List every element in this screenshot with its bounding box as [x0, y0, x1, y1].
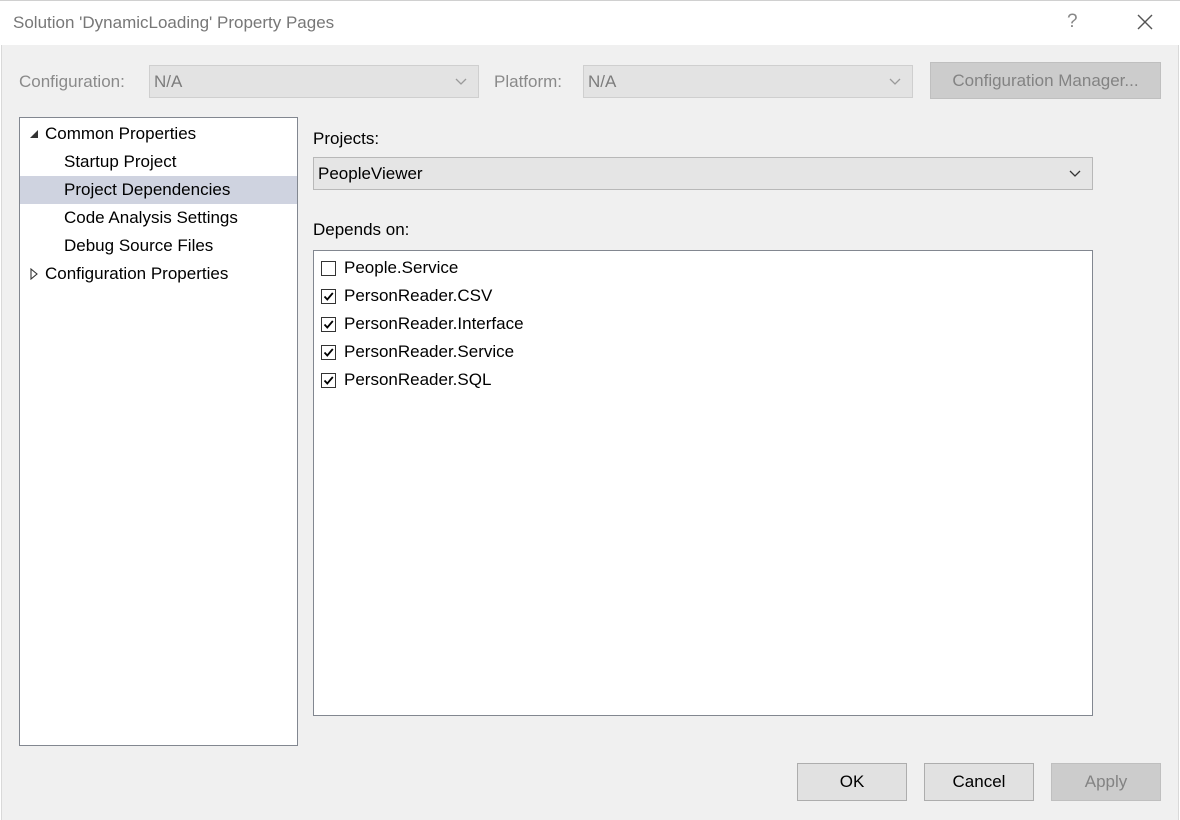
tree-item-common-properties[interactable]: Common Properties	[20, 120, 297, 148]
dependency-label: PersonReader.Interface	[344, 314, 524, 333]
depends-on-label: Depends on:	[313, 220, 410, 239]
checkmark-icon	[323, 376, 334, 385]
checkbox[interactable]	[321, 261, 336, 276]
window-title: Solution 'DynamicLoading' Property Pages	[13, 13, 335, 32]
configuration-label: Configuration:	[19, 72, 125, 91]
tree-item-startup-project[interactable]: Startup Project	[20, 148, 297, 176]
close-icon	[1137, 14, 1153, 30]
checkmark-icon	[323, 320, 334, 329]
checkbox[interactable]	[321, 289, 336, 304]
dependencies-list[interactable]: People.Service PersonReader.CSV PersonRe…	[313, 250, 1093, 716]
checkbox[interactable]	[321, 317, 336, 332]
tree-item-label: Project Dependencies	[64, 180, 231, 199]
tree-item-code-analysis-settings[interactable]: Code Analysis Settings	[20, 204, 297, 232]
configuration-manager-button[interactable]: Configuration Manager...	[930, 62, 1161, 99]
apply-button[interactable]: Apply	[1051, 763, 1161, 801]
checkmark-icon	[323, 292, 334, 301]
projects-value: PeopleViewer	[318, 164, 423, 183]
collapsed-triangle-icon[interactable]	[28, 268, 40, 280]
dependency-label: PersonReader.Service	[344, 342, 515, 361]
tree-item-label: Debug Source Files	[64, 236, 214, 255]
tree-item-label: Common Properties	[45, 124, 197, 143]
dependency-label: PersonReader.SQL	[344, 370, 492, 389]
tree-item-project-dependencies[interactable]: Project Dependencies	[20, 176, 297, 204]
configuration-value: N/A	[154, 72, 183, 91]
platform-combo[interactable]: N/A	[583, 65, 913, 98]
ok-button[interactable]: OK	[797, 763, 907, 801]
tree-item-debug-source-files[interactable]: Debug Source Files	[20, 232, 297, 260]
chevron-down-icon	[455, 78, 467, 85]
tree-item-label: Startup Project	[64, 152, 177, 171]
chevron-down-icon	[889, 78, 901, 85]
close-button[interactable]	[1132, 9, 1158, 35]
property-tree[interactable]: Common Properties Startup Project Projec…	[19, 117, 298, 746]
checkbox[interactable]	[321, 373, 336, 388]
tree-item-configuration-properties[interactable]: Configuration Properties	[20, 260, 297, 288]
platform-value: N/A	[588, 72, 617, 91]
projects-combo[interactable]: PeopleViewer	[313, 157, 1093, 190]
tree-item-label: Configuration Properties	[45, 264, 229, 283]
help-button[interactable]: ?	[1067, 11, 1078, 33]
projects-label: Projects:	[313, 129, 380, 148]
title-bar: Solution 'DynamicLoading' Property Pages…	[0, 0, 1180, 45]
dependency-label: PersonReader.CSV	[344, 286, 493, 305]
dependency-label: People.Service	[344, 258, 459, 277]
checkmark-icon	[323, 348, 334, 357]
tree-item-label: Code Analysis Settings	[64, 208, 238, 227]
configuration-combo[interactable]: N/A	[149, 65, 479, 98]
chevron-down-icon	[1069, 170, 1081, 177]
cancel-button[interactable]: Cancel	[924, 763, 1034, 801]
platform-label: Platform:	[494, 72, 563, 91]
checkbox[interactable]	[321, 345, 336, 360]
expanded-triangle-icon[interactable]	[28, 128, 40, 140]
